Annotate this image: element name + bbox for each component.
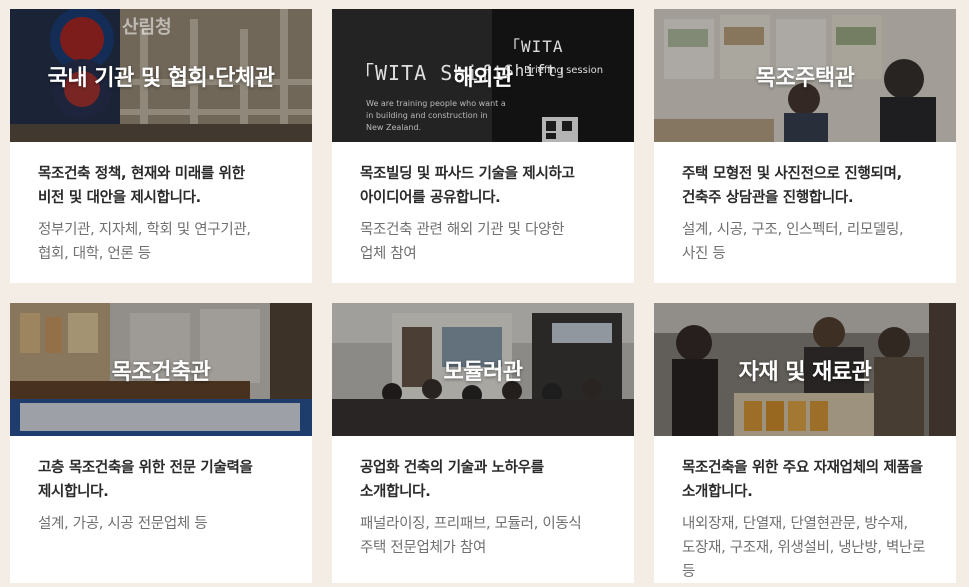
photo-sign-body-1: We are training people who want a [366, 99, 506, 108]
hall-card-wood-housing[interactable]: 목조주택관 주택 모형전 및 사진전으로 진행되며, 건축주 상담관을 진행합니… [654, 9, 956, 283]
hall-title: 모듈러관 [443, 359, 523, 385]
hall-participants: 정부기관, 지자체, 학회 및 연구기관, 협회, 대학, 언론 등 [38, 222, 251, 262]
hall-card-body: 목조빌딩 및 파사드 기술을 제시하고 아이디어를 공유합니다. 목조건축 관련… [332, 142, 634, 266]
hall-photo-wood-housing: 목조주택관 [654, 9, 956, 142]
hall-card-body: 고층 목조건축을 위한 전문 기술력을 제시합니다. 설계, 가공, 시공 전문… [10, 436, 312, 536]
hall-participants: 설계, 시공, 구조, 인스펙터, 리모델링, 사진 등 [682, 222, 904, 262]
hall-title: 목조주택관 [755, 65, 855, 91]
hall-card-wood-building[interactable]: 목조건축관 고층 목조건축을 위한 전문 기술력을 제시합니다. 설계, 가공,… [10, 303, 312, 583]
hall-title: 해외관 [453, 65, 513, 91]
hall-description: 공업화 건축의 기술과 노하우를 소개합니다. [360, 460, 544, 500]
exhibition-hall-grid: 산림청 국내 기관 및 협회·단체관 목조건축 정책, 현재와 미래를 위한 비… [10, 9, 966, 583]
hall-participants: 내외장재, 단열재, 단열현관문, 방수재, 도장재, 구조재, 위생설비, 냉… [682, 516, 926, 580]
hall-card-modular[interactable]: 모듈러관 공업화 건축의 기술과 노하우를 소개합니다. 패널라이징, 프리패브… [332, 303, 634, 583]
hall-description: 고층 목조건축을 위한 전문 기술력을 제시합니다. [38, 460, 253, 500]
hall-photo-wood-building: 목조건축관 [10, 303, 312, 436]
hall-participants: 목조건축 관련 해외 기관 및 다양한 업체 참여 [360, 222, 565, 262]
hall-card-materials[interactable]: 자재 및 재료관 목조건축을 위한 주요 자재업체의 제품을 소개합니다. 내외… [654, 303, 956, 583]
hall-card-body: 주택 모형전 및 사진전으로 진행되며, 건축주 상담관을 진행합니다. 설계,… [654, 142, 956, 266]
hall-photo-materials: 자재 및 재료관 [654, 303, 956, 436]
hall-photo-overseas: 「WITA Shift 「WITA Shift」 Briefing sessio… [332, 9, 634, 142]
hall-card-overseas[interactable]: 「WITA Shift 「WITA Shift」 Briefing sessio… [332, 9, 634, 283]
hall-card-domestic[interactable]: 산림청 국내 기관 및 협회·단체관 목조건축 정책, 현재와 미래를 위한 비… [10, 9, 312, 283]
hall-card-body: 공업화 건축의 기술과 노하우를 소개합니다. 패널라이징, 프리패브, 모듈러… [332, 436, 634, 560]
hall-title: 목조건축관 [111, 359, 211, 385]
hall-card-body: 목조건축 정책, 현재와 미래를 위한 비전 및 대안을 제시합니다. 정부기관… [10, 142, 312, 266]
hall-title: 자재 및 재료관 [738, 359, 872, 385]
hall-description: 목조건축 정책, 현재와 미래를 위한 비전 및 대안을 제시합니다. [38, 166, 245, 206]
hall-description: 주택 모형전 및 사진전으로 진행되며, 건축주 상담관을 진행합니다. [682, 166, 902, 206]
hall-description: 목조건축을 위한 주요 자재업체의 제품을 소개합니다. [682, 460, 923, 500]
hall-photo-modular: 모듈러관 [332, 303, 634, 436]
hall-photo-domestic: 산림청 국내 기관 및 협회·단체관 [10, 9, 312, 142]
hall-description: 목조빌딩 및 파사드 기술을 제시하고 아이디어를 공유합니다. [360, 166, 575, 206]
photo-sign-body-3: New Zealand. [366, 123, 422, 132]
hall-participants: 설계, 가공, 시공 전문업체 등 [38, 516, 208, 532]
hall-title: 국내 기관 및 협회·단체관 [47, 65, 275, 91]
hall-card-body: 목조건축을 위한 주요 자재업체의 제품을 소개합니다. 내외장재, 단열재, … [654, 436, 956, 583]
photo-sign-body-2: in building and construction in [366, 111, 488, 120]
hall-participants: 패널라이징, 프리패브, 모듈러, 이동식 주택 전문업체가 참여 [360, 516, 582, 556]
photo-sign-text: 산림청 [122, 17, 172, 38]
